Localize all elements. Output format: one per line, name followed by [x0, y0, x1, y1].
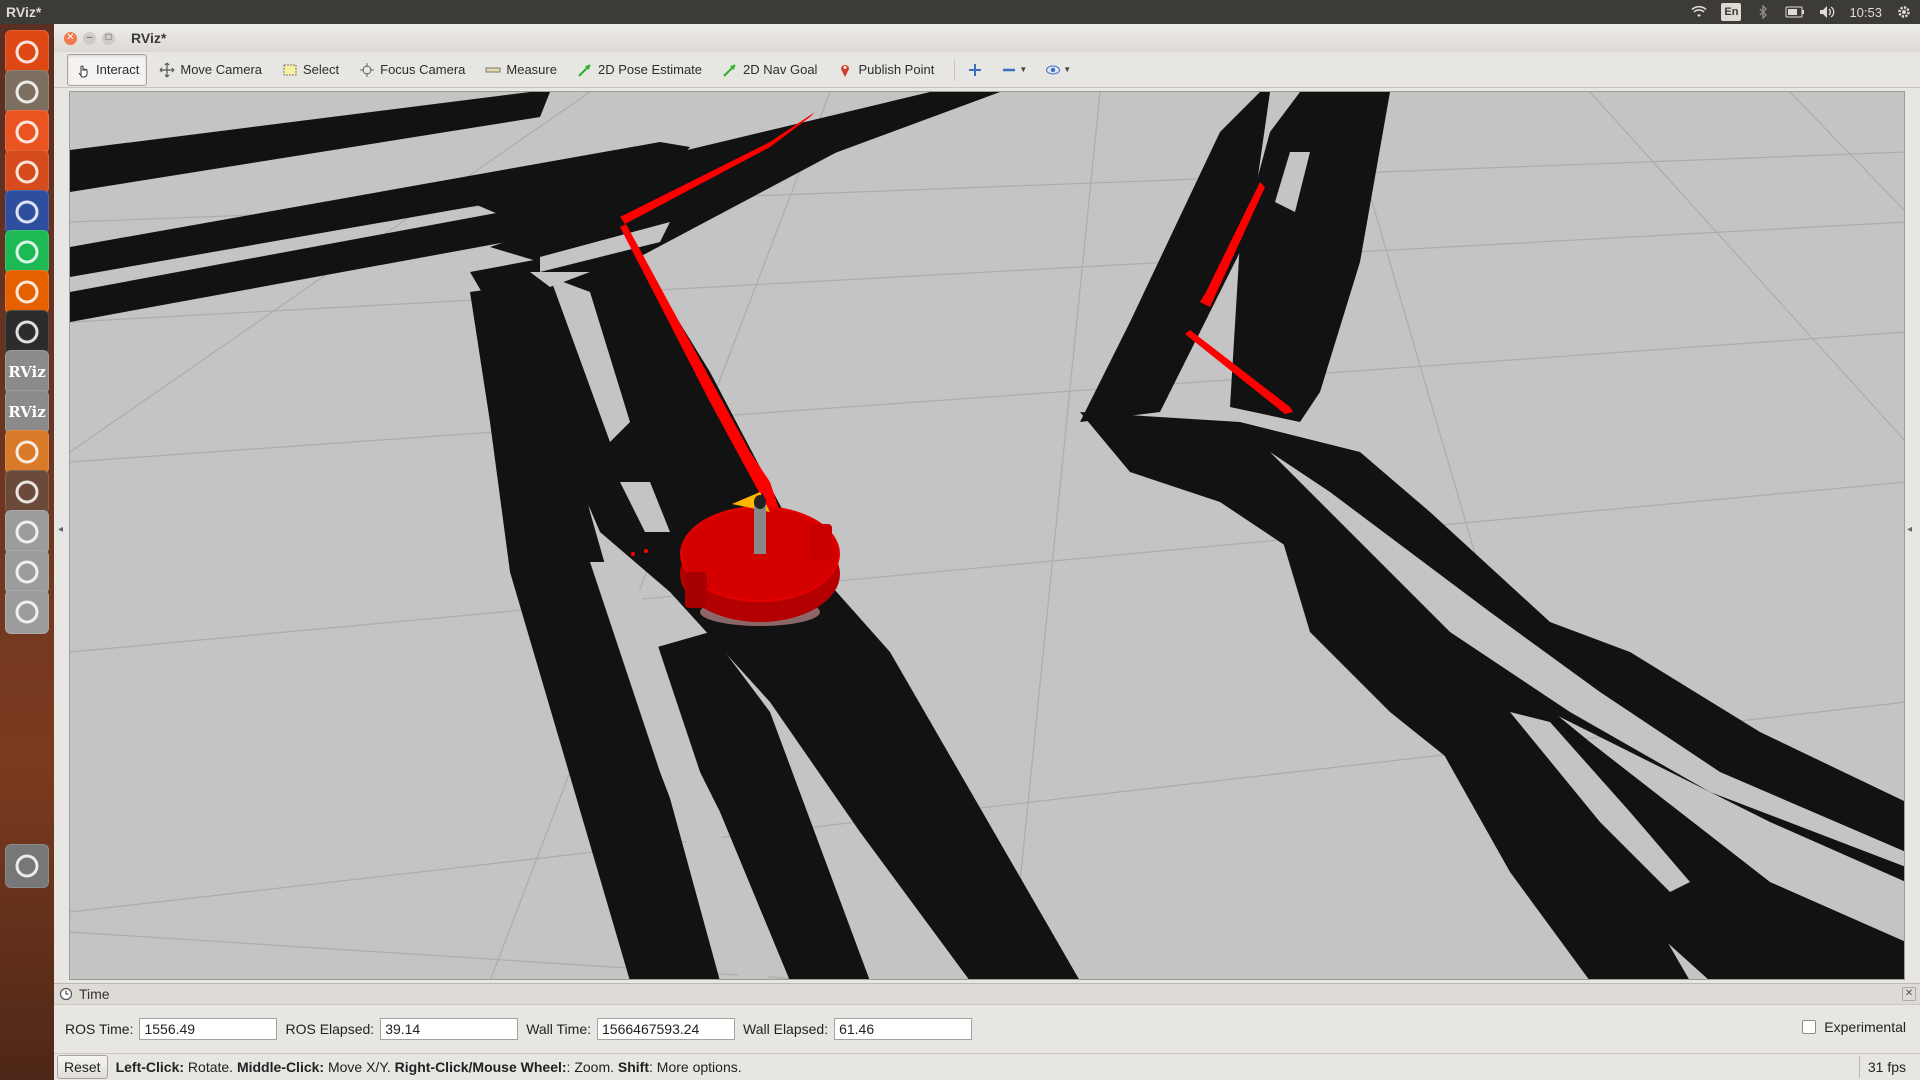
reset-button[interactable]: Reset	[57, 1055, 108, 1079]
window-minimize-button[interactable]: –	[83, 31, 96, 45]
ros-time-label: ROS Time:	[65, 1021, 134, 1037]
select-tool[interactable]: Select	[274, 54, 347, 86]
wall-time-label: Wall Time:	[526, 1021, 592, 1037]
bluetooth-icon[interactable]	[1755, 3, 1771, 21]
rviz-icon[interactable]: RViz	[5, 350, 49, 394]
interact-label: Interact	[96, 62, 140, 77]
rviz-window: ✕ – □ RViz* Interact Move Camera Select …	[54, 24, 1920, 1080]
window-maximize-button[interactable]: □	[102, 31, 115, 45]
status-bar: Reset Left-Click: Rotate. Middle-Click: …	[54, 1053, 1920, 1080]
top-panel: RViz* En 10:53	[0, 0, 1920, 24]
select-rectangle-icon	[282, 62, 298, 78]
close-time-panel-button[interactable]: ✕	[1902, 987, 1916, 1001]
time-panel: ROS Time: ROS Elapsed: Wall Time: Wall E…	[54, 1007, 1920, 1051]
wall-elapsed-label: Wall Elapsed:	[743, 1021, 829, 1037]
toolbar-separator	[954, 58, 956, 81]
system-settings-icon[interactable]	[5, 150, 49, 194]
publish-point-label: Publish Point	[858, 62, 935, 77]
measure-tool[interactable]: Measure	[477, 54, 565, 86]
green-arrow-icon	[577, 62, 593, 78]
eye-icon	[1046, 65, 1061, 74]
move-camera-tool[interactable]: Move Camera	[151, 54, 270, 86]
experimental-checkbox[interactable]	[1802, 1020, 1817, 1034]
focus-camera-label: Focus Camera	[380, 62, 466, 77]
drive-icon-3[interactable]	[5, 590, 49, 634]
chevron-down-icon: ▼	[1019, 65, 1028, 74]
virtualbox-icon[interactable]	[5, 430, 49, 474]
drive-icon[interactable]	[5, 510, 49, 554]
system-gear-icon[interactable]	[1896, 3, 1912, 21]
render-viewport[interactable]	[69, 91, 1905, 980]
measure-label: Measure	[506, 62, 557, 77]
render-scene[interactable]	[70, 92, 1905, 980]
plus-icon	[969, 63, 982, 76]
focus-crosshair-icon	[359, 62, 375, 78]
rviz-icon-2[interactable]: RViz	[5, 390, 49, 434]
move-camera-icon	[159, 62, 175, 78]
battery-icon[interactable]	[1785, 3, 1805, 21]
chevron-down-icon: ▼	[1063, 65, 1072, 74]
green-arrow-icon	[722, 62, 738, 78]
window-title: RViz*	[131, 30, 167, 46]
hand-pointer-icon	[75, 62, 91, 78]
window-close-button[interactable]: ✕	[64, 31, 77, 45]
wall-time-field[interactable]	[597, 1018, 736, 1040]
firefox-icon[interactable]	[5, 270, 49, 314]
volume-icon[interactable]	[1819, 3, 1835, 21]
minus-icon	[1003, 68, 1016, 71]
experimental-label: Experimental	[1824, 1019, 1906, 1035]
ros-time-field[interactable]	[139, 1018, 278, 1040]
pose-estimate-tool[interactable]: 2D Pose Estimate	[569, 54, 710, 86]
pose-estimate-label: 2D Pose Estimate	[597, 62, 703, 77]
help-text: Left-Click: Rotate. Middle-Click: Move X…	[115, 1059, 742, 1075]
wifi-icon[interactable]	[1691, 3, 1708, 21]
nav-goal-tool[interactable]: 2D Nav Goal	[714, 54, 825, 86]
indicator-area: En 10:53	[1691, 3, 1920, 21]
time-panel-header: Time ✕	[54, 983, 1920, 1005]
fps-counter: 31 fps	[1858, 1056, 1906, 1078]
software-center-icon[interactable]	[5, 110, 49, 154]
wall-elapsed-field[interactable]	[834, 1018, 973, 1040]
spotify-icon[interactable]	[5, 230, 49, 274]
terminal-icon[interactable]	[5, 310, 49, 354]
remove-tool-button[interactable]: ▼	[997, 57, 1031, 83]
ruler-icon	[485, 62, 501, 78]
select-label: Select	[303, 62, 340, 77]
ubuntu-dash-icon[interactable]	[5, 30, 49, 74]
tool-visibility-button[interactable]: ▼	[1041, 57, 1075, 83]
unity-launcher: RViz RViz	[0, 24, 55, 1080]
publish-point-tool[interactable]: Publish Point	[829, 54, 942, 86]
experimental-toggle[interactable]: Experimental	[1802, 1019, 1906, 1035]
tool-toolbar: Interact Move Camera Select Focus Camera…	[54, 52, 1920, 88]
add-tool-button[interactable]	[963, 57, 987, 83]
focus-camera-tool[interactable]: Focus Camera	[351, 54, 473, 86]
map-pin-icon	[837, 62, 853, 78]
ros-elapsed-label: ROS Elapsed:	[285, 1021, 375, 1037]
left-dock-handle-icon[interactable]: ◂	[58, 524, 63, 535]
clock-icon	[59, 987, 73, 1001]
active-app-title: RViz*	[6, 4, 42, 20]
time-panel-title: Time	[79, 986, 110, 1002]
drive-icon-2[interactable]	[5, 550, 49, 594]
keyboard-language-indicator[interactable]: En	[1721, 3, 1742, 21]
nav-goal-label: 2D Nav Goal	[743, 62, 818, 77]
ros-elapsed-field[interactable]	[380, 1018, 519, 1040]
clock-text[interactable]: 10:53	[1849, 3, 1882, 21]
window-titlebar[interactable]: ✕ – □ RViz*	[54, 24, 1920, 53]
files-icon[interactable]	[5, 70, 49, 114]
workspace-switcher-icon[interactable]	[5, 470, 49, 514]
move-camera-label: Move Camera	[180, 62, 262, 77]
trash-icon[interactable]	[5, 844, 49, 888]
interact-tool[interactable]: Interact	[67, 53, 148, 86]
texmaker-icon[interactable]	[5, 190, 49, 234]
right-dock-handle-icon[interactable]: ◂	[1907, 524, 1912, 535]
